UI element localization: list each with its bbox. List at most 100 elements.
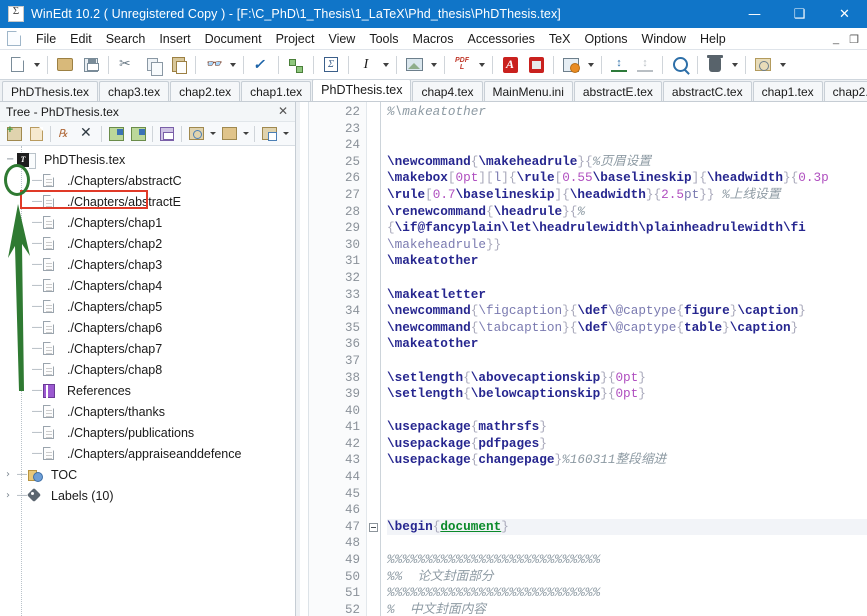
code-line[interactable] [387,121,867,138]
document-tab[interactable]: abstractE.tex [574,81,662,101]
new-document-dropdown[interactable] [30,52,43,78]
open-document-button[interactable] [52,52,78,78]
open-project-dropdown[interactable] [207,123,218,145]
code-text-area[interactable]: %\makeatother \newcommand{\makeheadrule}… [381,102,867,616]
menu-item-window[interactable]: Window [635,30,693,48]
mdi-minimize-button[interactable]: _ [833,33,839,45]
find-dropdown[interactable] [226,52,239,78]
code-line[interactable]: \newcommand{\makeheadrule}{%页眉设置 [387,154,867,171]
tree-item[interactable]: ―./Chapters/chap4 [0,275,295,296]
tree-scroll-area[interactable]: −TPhDThesis.tex―./Chapters/abstractC―./C… [0,146,295,616]
open-output-folder-button[interactable] [750,52,776,78]
project-settings-dropdown[interactable] [280,123,291,145]
tree-item[interactable]: ―./Chapters/chap1 [0,212,295,233]
new-project-button[interactable] [3,123,25,145]
tree-expander[interactable]: › [6,469,17,480]
code-line[interactable]: {\if@fancyplain\let\headrulewidth\plainh… [387,220,867,237]
tree-item[interactable]: ―./Chapters/chap5 [0,296,295,317]
menu-item-options[interactable]: Options [577,30,634,48]
menu-item-tools[interactable]: Tools [362,30,405,48]
close-button[interactable]: ✕ [822,0,867,28]
code-line[interactable] [387,486,867,503]
tree-item[interactable]: ―./Chapters/chap6 [0,317,295,338]
code-line[interactable]: %%%%%%%%%%%%%%%%%%%%%%%%%%%% [387,585,867,602]
view-pdf-button[interactable]: A [497,52,523,78]
tree-item[interactable]: ―./Chapters/publications [0,422,295,443]
find-button[interactable]: 👓 [200,52,226,78]
code-line[interactable]: \renewcommand{\headrule}{% [387,204,867,221]
tree-item[interactable]: ―./Chapters/appraiseanddefence [0,443,295,464]
cut-button[interactable]: ✂ [113,52,139,78]
spell-check-button[interactable]: ✓ [248,52,274,78]
menu-item-project[interactable]: Project [269,30,322,48]
code-line[interactable] [387,137,867,154]
menu-item-edit[interactable]: Edit [63,30,99,48]
save-document-button[interactable] [78,52,104,78]
fold-collapse-icon[interactable] [369,523,378,532]
tree-item-root[interactable]: −TPhDThesis.tex [0,149,295,170]
menu-item-document[interactable]: Document [198,30,269,48]
code-line[interactable] [387,535,867,552]
tree-section[interactable]: ›―TOC [0,464,295,485]
project-settings-button[interactable] [258,123,280,145]
code-line[interactable] [387,469,867,486]
tree-item[interactable]: ―./Chapters/chap2 [0,233,295,254]
new-document-button[interactable] [4,52,30,78]
code-line[interactable]: \setlength{\belowcaptionskip}{0pt} [387,386,867,403]
close-icon[interactable]: ✕ [278,104,288,118]
code-line[interactable] [387,502,867,519]
pdflatex-button[interactable]: PDFL [449,52,475,78]
code-line[interactable]: \makeatletter [387,287,867,304]
tree-item[interactable]: ―./Chapters/chap8 [0,359,295,380]
tree-item[interactable]: ―./Chapters/abstractC [0,170,295,191]
code-line[interactable]: \usepackage{mathrsfs} [387,419,867,436]
menu-item-search[interactable]: Search [99,30,153,48]
code-line[interactable]: \setlength{\abovecaptionskip}{0pt} [387,370,867,387]
code-line[interactable]: % 中文封面内容 [387,602,867,616]
tree-item[interactable]: ―References [0,380,295,401]
code-line[interactable]: %%%%%%%%%%%%%%%%%%%%%%%%%%%% [387,552,867,569]
menu-item-insert[interactable]: Insert [152,30,197,48]
insert-image-dropdown[interactable] [427,52,440,78]
code-line[interactable]: \makebox[0pt][l]{\rule[0.55\baselineskip… [387,170,867,187]
document-tab[interactable]: abstractC.tex [663,81,752,101]
configure-output-button[interactable] [558,52,584,78]
goto-pdf-button[interactable]: ↕ [632,52,658,78]
code-line[interactable]: \rule[0.7\baselineskip]{\headwidth}{2.5p… [387,187,867,204]
paste-button[interactable] [165,52,191,78]
document-tab[interactable]: chap2.tex [170,81,240,101]
goto-source-button[interactable]: ↕ [606,52,632,78]
menu-item-macros[interactable]: Macros [406,30,461,48]
menu-item-help[interactable]: Help [693,30,733,48]
close-project-button[interactable] [218,123,240,145]
document-tab[interactable]: MainMenu.ini [484,81,573,101]
mdi-restore-button[interactable]: ❐ [849,33,859,46]
document-tab[interactable]: chap2.tex [824,81,867,101]
code-line[interactable] [387,270,867,287]
italic-dropdown[interactable] [379,52,392,78]
code-line[interactable]: %% 论文封面部分 [387,569,867,586]
tree-view-button[interactable] [283,52,309,78]
delete-aux-button[interactable] [702,52,728,78]
code-line[interactable]: \newcommand{\tabcaption}{\def\@captype{t… [387,320,867,337]
code-editor[interactable]: 2223242526272829303132333435363738394041… [300,102,867,616]
copy-button[interactable] [139,52,165,78]
menu-item-accessories[interactable]: Accessories [461,30,542,48]
collapse-tree-button[interactable] [127,123,149,145]
zoom-button[interactable] [667,52,693,78]
open-output-folder-dropdown[interactable] [776,52,789,78]
close-project-dropdown[interactable] [240,123,251,145]
document-tab[interactable]: chap4.tex [412,81,482,101]
document-tab[interactable]: PhDThesis.tex [312,80,411,101]
menu-item-view[interactable]: View [321,30,362,48]
save-project-button[interactable] [156,123,178,145]
math-mode-button[interactable]: Σ [318,52,344,78]
tree-expander[interactable]: › [6,490,17,501]
code-line[interactable]: \makeatother [387,336,867,353]
document-tab[interactable]: chap1.tex [753,81,823,101]
code-line[interactable]: \makeheadrule}} [387,237,867,254]
pdflatex-dropdown[interactable] [475,52,488,78]
tree-item[interactable]: ―./Chapters/abstractE [0,191,295,212]
italic-button[interactable]: I [353,52,379,78]
configure-output-dropdown[interactable] [584,52,597,78]
